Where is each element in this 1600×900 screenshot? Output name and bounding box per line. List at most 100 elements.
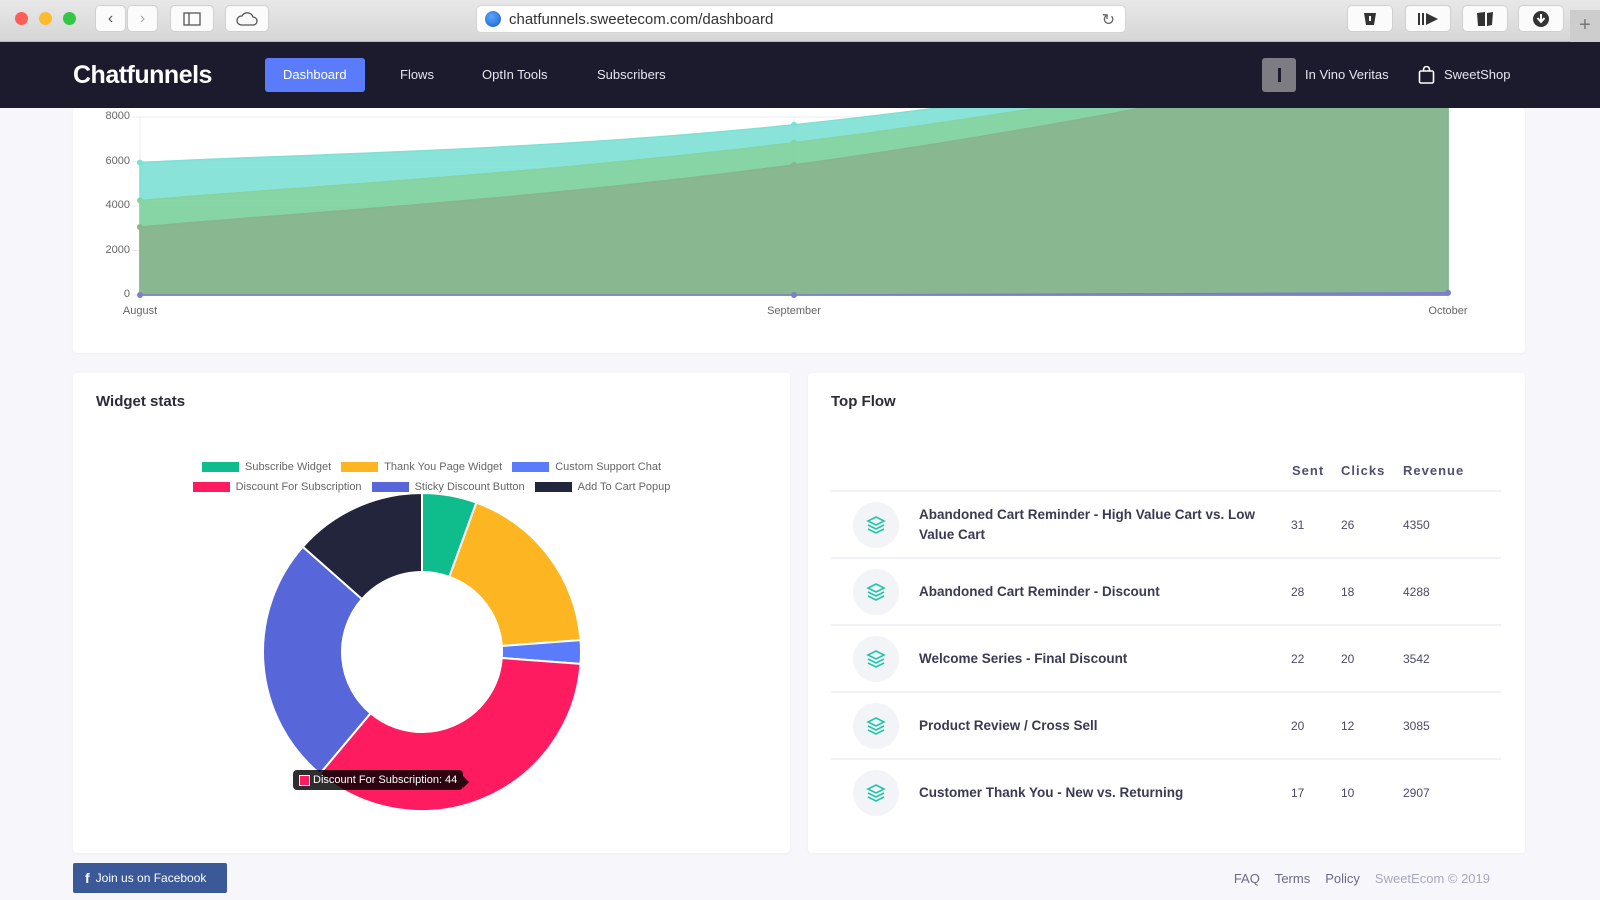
tooltip-swatch: [299, 774, 310, 786]
flow-row[interactable]: Product Review / Cross Sell 20 12 3085: [831, 691, 1501, 758]
data-point[interactable]: [137, 292, 143, 298]
flow-name[interactable]: Abandoned Cart Reminder - Discount: [919, 582, 1279, 602]
store-avatar[interactable]: [1262, 58, 1296, 92]
layers-icon: [866, 582, 886, 601]
x-tick-label: October: [1428, 305, 1468, 317]
x-tick-label: September: [767, 305, 821, 317]
cards-extension-icon: [1477, 11, 1493, 26]
app-logo[interactable]: Chatfunnels: [73, 61, 212, 90]
minimize-window-button[interactable]: [39, 12, 52, 25]
flow-name[interactable]: Welcome Series - Final Discount: [919, 649, 1279, 669]
flow-revenue: 4350: [1403, 517, 1430, 532]
forward-icon: ›: [139, 9, 146, 27]
layers-icon: [866, 783, 886, 802]
column-header-sent: Sent: [1292, 463, 1325, 478]
back-button[interactable]: ‹: [95, 5, 126, 32]
flow-name[interactable]: Customer Thank You - New vs. Returning: [919, 783, 1279, 803]
close-window-button[interactable]: [15, 12, 28, 25]
flow-row[interactable]: Customer Thank You - New vs. Returning 17…: [831, 758, 1501, 825]
flow-row[interactable]: Abandoned Cart Reminder - High Value Car…: [831, 490, 1501, 557]
shield-extension-icon: [1364, 12, 1376, 25]
nav-subscribers[interactable]: Subscribers: [579, 58, 684, 92]
nav-dashboard[interactable]: Dashboard: [265, 58, 365, 92]
data-point[interactable]: [791, 161, 797, 168]
flow-sent: 20: [1291, 718, 1305, 733]
flow-revenue: 2907: [1403, 785, 1430, 800]
maximize-window-button[interactable]: [63, 12, 76, 25]
new-tab-button[interactable]: +: [1570, 10, 1600, 42]
data-point[interactable]: [137, 197, 143, 204]
cloud-icon: [236, 11, 258, 26]
download-icon: [1533, 10, 1549, 27]
revenue-area-chart-card: 0 2000 4000 6000 8000 August September October: [73, 108, 1525, 353]
downloads-button[interactable]: [1518, 5, 1564, 32]
shield-extension-button[interactable]: [1347, 5, 1393, 32]
tooltip-text: Discount For Subscription: 44: [313, 774, 458, 786]
flow-revenue: 3085: [1403, 718, 1430, 733]
footer-copyright: SweetEcom © 2019: [1374, 871, 1490, 886]
flow-clicks: 20: [1341, 651, 1355, 666]
flow-icon-wrapper: [853, 769, 899, 816]
play-extension-button[interactable]: [1405, 5, 1451, 32]
facebook-button-label: Join us on Facebook: [95, 871, 207, 885]
nav-flows[interactable]: Flows: [382, 58, 452, 92]
flow-clicks: 10: [1341, 785, 1355, 800]
sidebar-button[interactable]: [170, 5, 214, 32]
footer-links: FAQ Terms Policy SweetEcom © 2019: [1234, 871, 1490, 886]
layers-icon: [866, 515, 886, 534]
icloud-tabs-button[interactable]: [225, 5, 269, 32]
data-point[interactable]: [1445, 289, 1451, 296]
flow-sent: 22: [1291, 651, 1305, 666]
y-tick-label: 2000: [105, 243, 130, 256]
nav-optin-tools[interactable]: OptIn Tools: [464, 58, 566, 92]
y-tick-label: 6000: [105, 154, 130, 167]
store-initial-glyph: [1277, 68, 1281, 82]
footer-link-faq[interactable]: FAQ: [1234, 871, 1260, 886]
flow-sent: 17: [1291, 785, 1305, 800]
flow-icon-wrapper: [853, 568, 899, 615]
top-flow-title: Top Flow: [831, 393, 896, 410]
footer-link-terms[interactable]: Terms: [1275, 871, 1310, 886]
flow-sent: 28: [1291, 584, 1305, 599]
shopping-bag-icon: [1418, 66, 1435, 84]
flow-clicks: 12: [1341, 718, 1355, 733]
flow-row[interactable]: Welcome Series - Final Discount 22 20 3542: [831, 624, 1501, 691]
play-extension-icon: [1418, 12, 1438, 25]
address-bar[interactable]: chatfunnels.sweetecom.com/dashboard ↻: [476, 5, 1126, 33]
donut-tooltip: Discount For Subscription: 44: [293, 770, 470, 790]
column-header-clicks: Clicks: [1341, 463, 1386, 478]
store-name[interactable]: In Vino Veritas: [1305, 58, 1389, 92]
facebook-join-button[interactable]: f Join us on Facebook: [73, 863, 227, 893]
top-flow-table: Abandoned Cart Reminder - High Value Car…: [831, 490, 1501, 825]
data-point[interactable]: [791, 139, 797, 146]
layers-icon: [866, 649, 886, 668]
top-flow-card: Top Flow Sent Clicks Revenue Abandoned C…: [808, 373, 1525, 853]
flow-icon-wrapper: [853, 702, 899, 749]
footer-link-policy[interactable]: Policy: [1325, 871, 1360, 886]
new-tab-icon: +: [1579, 14, 1591, 36]
globe-icon: [485, 11, 501, 27]
data-point[interactable]: [791, 121, 797, 128]
data-point[interactable]: [137, 224, 143, 231]
x-tick-label: August: [122, 305, 158, 317]
layers-icon: [866, 716, 886, 735]
sidebar-icon: [183, 11, 201, 26]
app-navbar: Chatfunnels Dashboard Flows OptIn Tools …: [0, 42, 1600, 108]
data-point[interactable]: [791, 292, 797, 298]
y-tick-label: 8000: [105, 110, 130, 122]
flow-revenue: 3542: [1403, 651, 1430, 666]
flow-revenue: 4288: [1403, 584, 1430, 599]
data-point[interactable]: [137, 159, 143, 166]
donut-slice[interactable]: [448, 501, 582, 648]
shop-name[interactable]: SweetShop: [1444, 58, 1511, 92]
widget-stats-card: Widget stats Subscribe Widget Thank You …: [73, 373, 790, 853]
flow-row[interactable]: Abandoned Cart Reminder - Discount 28 18 42…: [831, 557, 1501, 624]
flow-name[interactable]: Abandoned Cart Reminder - High Value Car…: [919, 505, 1279, 545]
reload-icon[interactable]: ↻: [1102, 10, 1115, 30]
column-header-revenue: Revenue: [1403, 463, 1465, 478]
forward-button[interactable]: ›: [127, 5, 158, 32]
flow-clicks: 18: [1341, 584, 1355, 599]
url-text: chatfunnels.sweetecom.com/dashboard: [509, 10, 774, 28]
flow-name[interactable]: Product Review / Cross Sell: [919, 716, 1279, 736]
cards-extension-button[interactable]: [1462, 5, 1508, 32]
